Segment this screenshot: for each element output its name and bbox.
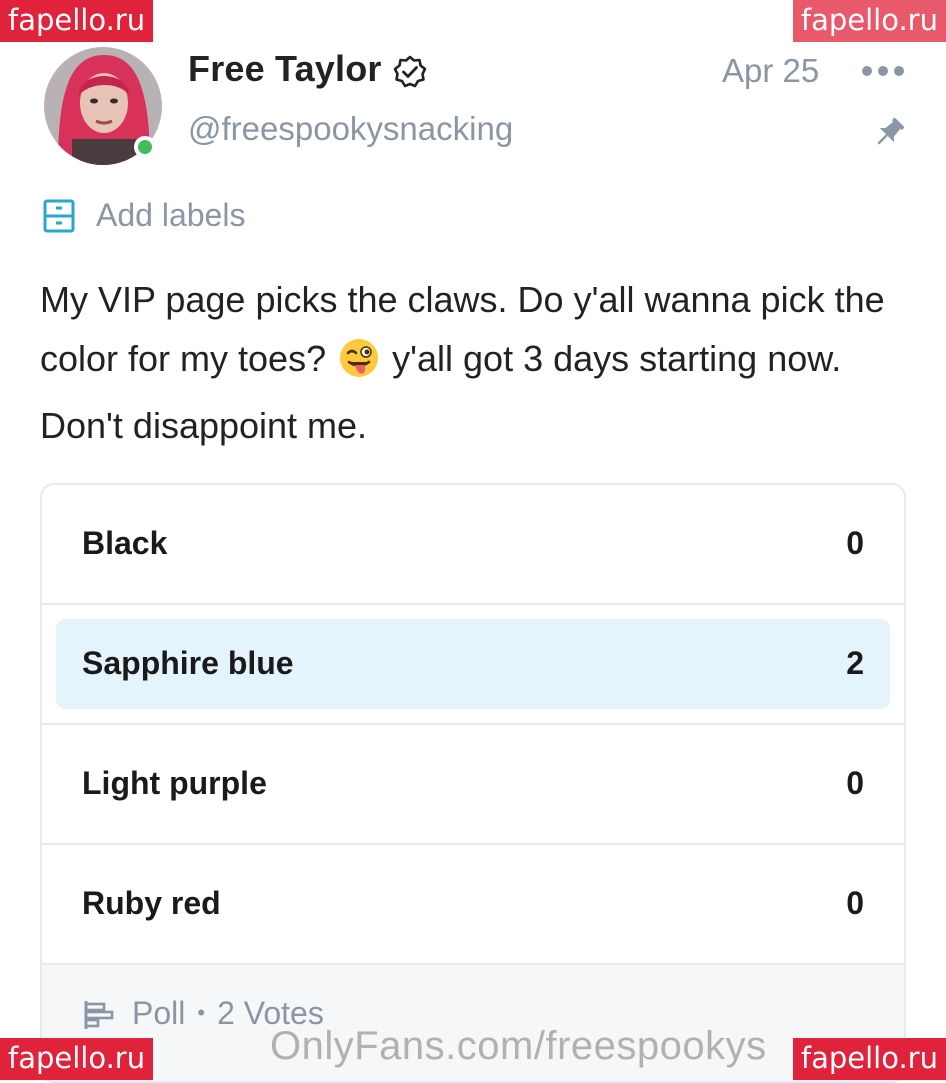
author-handle[interactable]: @freespookysnacking [188,110,513,148]
poll-option-label: Black [82,525,168,561]
author-name[interactable]: Free Taylor [188,48,382,90]
poll-icon [82,999,116,1036]
poll-option-light-purple[interactable]: Light purple 0 [42,725,904,845]
poll: Black 0 Sapphire blue 2 Light purple 0 R… [40,483,906,1083]
watermark-top-left: fapello.ru [0,0,154,42]
watermark-top-right: fapello.ru [792,0,946,42]
poll-option-count: 0 [846,765,864,801]
poll-option-sapphire-blue[interactable]: Sapphire blue 2 [42,605,904,725]
verified-icon [392,54,428,95]
winking-face-emoji [338,337,380,396]
more-icon[interactable] [860,64,906,83]
poll-option-ruby-red[interactable]: Ruby red 0 [42,845,904,965]
labels-icon[interactable] [42,198,76,239]
post-text: My VIP page picks the claws. Do y'all wa… [40,270,910,455]
poll-option-label: Ruby red [82,885,221,921]
poll-option-count: 0 [846,885,864,921]
poll-option-black[interactable]: Black 0 [42,485,904,605]
separator-dot: • [197,1000,206,1025]
poll-type-label: Poll [132,995,186,1031]
post-date: Apr 25 [722,52,820,89]
watermark-bottom-right: fapello.ru [792,1038,946,1080]
pin-icon[interactable] [870,114,908,157]
online-status-indicator [134,136,156,158]
poll-option-label: Light purple [82,765,267,801]
poll-option-count: 2 [846,645,864,681]
poll-option-label: Sapphire blue [82,645,294,681]
add-labels-button[interactable]: Add labels [96,197,245,234]
onlyfans-watermark: OnlyFans.com/freespookys [270,1024,767,1068]
watermark-bottom-left: fapello.ru [0,1038,154,1080]
poll-option-count: 0 [846,525,864,561]
